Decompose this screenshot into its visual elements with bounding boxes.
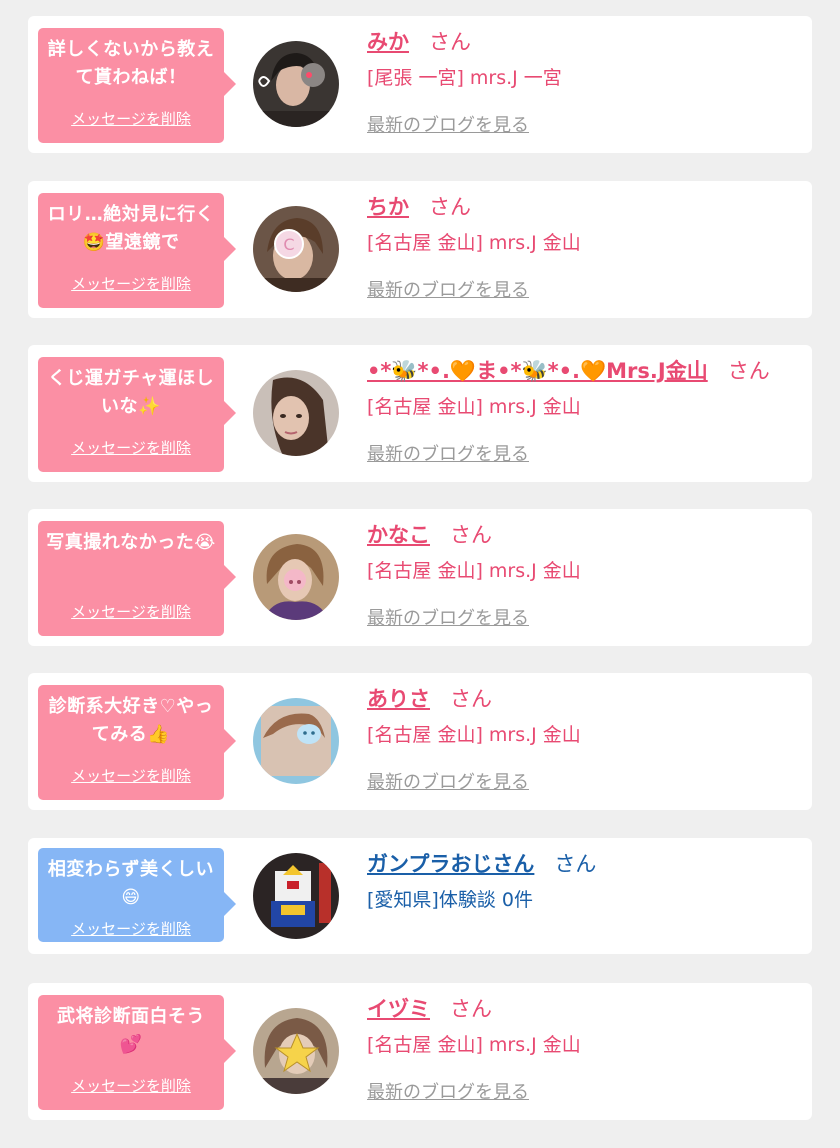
message-text: くじ運ガチャ運ほしいな✨	[47, 368, 215, 417]
user-name-link[interactable]: •*🐝*•.🧡ま•*🐝*•.🧡Mrs.J金山	[367, 359, 708, 383]
message-text: 診断系大好き♡やってみる👍	[48, 696, 214, 745]
message-card: ロリ…絶対見に行く🤩望遠鏡で メッセージを削除 C ちか さん [名古屋 金山] …	[28, 181, 812, 318]
message-bubble: 写真撮れなかった😭 メッセージを削除	[38, 521, 236, 636]
avatar[interactable]	[253, 370, 339, 456]
user-info: ありさ さん [名古屋 金山] mrs.J 金山 最新のブログを見る	[367, 685, 581, 794]
message-bubble: 相変わらず美くしい😄 メッセージを削除	[38, 848, 236, 942]
shop-info: [尾張 一宮] mrs.J 一宮	[367, 67, 562, 89]
honorific: さん	[554, 852, 597, 876]
user-name-link[interactable]: ちか	[367, 195, 409, 219]
honorific: さん	[450, 523, 492, 547]
honorific: さん	[429, 195, 471, 219]
svg-text:C: C	[283, 235, 294, 254]
latest-blog-link[interactable]: 最新のブログを見る	[367, 768, 529, 794]
shop-info: [名古屋 金山] mrs.J 金山	[367, 724, 581, 746]
avatar[interactable]	[253, 853, 339, 939]
avatar[interactable]	[253, 534, 339, 620]
message-text: 武将診断面白そう💕	[57, 1006, 205, 1055]
message-card: 武将診断面白そう💕 メッセージを削除 イヅミ さん [名古屋 金山] mrs.J …	[28, 983, 812, 1120]
message-list: 詳しくないから教えて貰わねば！ メッセージを削除 みか さん [尾張 一宮] mr…	[0, 0, 840, 1148]
shop-info: [名古屋 金山] mrs.J 金山	[367, 232, 581, 254]
user-name-link[interactable]: ありさ	[367, 687, 430, 711]
message-card: 相変わらず美くしい😄 メッセージを削除 ガンプラおじさん さん [愛知県]体験談 …	[28, 838, 812, 954]
message-bubble: 詳しくないから教えて貰わねば！ メッセージを削除	[38, 28, 236, 143]
latest-blog-link[interactable]: 最新のブログを見る	[367, 276, 529, 302]
message-bubble: 武将診断面白そう💕 メッセージを削除	[38, 995, 236, 1110]
avatar[interactable]	[253, 1008, 339, 1094]
user-info: ちか さん [名古屋 金山] mrs.J 金山 最新のブログを見る	[367, 193, 581, 302]
delete-message-link[interactable]: メッセージを削除	[71, 765, 191, 786]
message-bubble: くじ運ガチャ運ほしいな✨ メッセージを削除	[38, 357, 236, 472]
user-name-link[interactable]: かなこ	[367, 523, 430, 547]
delete-message-link[interactable]: メッセージを削除	[71, 918, 191, 939]
delete-message-link[interactable]: メッセージを削除	[71, 273, 191, 294]
honorific: さん	[450, 997, 492, 1021]
message-card: 詳しくないから教えて貰わねば！ メッセージを削除 みか さん [尾張 一宮] mr…	[28, 16, 812, 153]
user-info: かなこ さん [名古屋 金山] mrs.J 金山 最新のブログを見る	[367, 521, 581, 630]
honorific: さん	[429, 30, 471, 54]
shop-info: [名古屋 金山] mrs.J 金山	[367, 396, 581, 418]
delete-message-link[interactable]: メッセージを削除	[71, 437, 191, 458]
avatar[interactable]	[253, 41, 339, 127]
delete-message-link[interactable]: メッセージを削除	[71, 1075, 191, 1096]
avatar[interactable]	[253, 698, 339, 784]
message-bubble: 診断系大好き♡やってみる👍 メッセージを削除	[38, 685, 236, 800]
user-name-link[interactable]: ガンプラおじさん	[367, 852, 534, 876]
user-info: みか さん [尾張 一宮] mrs.J 一宮 最新のブログを見る	[367, 28, 562, 137]
delete-message-link[interactable]: メッセージを削除	[71, 601, 191, 622]
message-text: 相変わらず美くしい😄	[47, 859, 215, 908]
message-card: くじ運ガチャ運ほしいな✨ メッセージを削除 •*🐝*•.🧡ま•*🐝*•.🧡Mrs…	[28, 345, 812, 482]
user-info: •*🐝*•.🧡ま•*🐝*•.🧡Mrs.J金山 さん [名古屋 金山] mrs.J …	[367, 357, 770, 466]
avatar[interactable]: C	[253, 206, 339, 292]
user-name-link[interactable]: みか	[367, 30, 409, 54]
honorific: さん	[727, 359, 770, 383]
latest-blog-link[interactable]: 最新のブログを見る	[367, 1078, 529, 1104]
delete-message-link[interactable]: メッセージを削除	[71, 108, 191, 129]
user-info: ガンプラおじさん さん [愛知県]体験談 0件	[367, 850, 596, 913]
latest-blog-link[interactable]: 最新のブログを見る	[367, 604, 529, 630]
message-card: 診断系大好き♡やってみる👍 メッセージを削除 ありさ さん [名古屋 金山] mr…	[28, 673, 812, 810]
shop-info: [名古屋 金山] mrs.J 金山	[367, 560, 581, 582]
message-text: ロリ…絶対見に行く🤩望遠鏡で	[47, 204, 215, 253]
latest-blog-link[interactable]: 最新のブログを見る	[367, 111, 529, 137]
message-card: 写真撮れなかった😭 メッセージを削除 かなこ さん [名古屋 金山] mrs.J …	[28, 509, 812, 646]
shop-info: [名古屋 金山] mrs.J 金山	[367, 1034, 581, 1056]
user-info: イヅミ さん [名古屋 金山] mrs.J 金山 最新のブログを見る	[367, 995, 581, 1104]
shop-info: [愛知県]体験談 0件	[367, 889, 533, 911]
honorific: さん	[450, 687, 492, 711]
user-name-link[interactable]: イヅミ	[367, 997, 430, 1021]
message-bubble: ロリ…絶対見に行く🤩望遠鏡で メッセージを削除	[38, 193, 236, 308]
message-text: 詳しくないから教えて貰わねば！	[47, 39, 215, 88]
latest-blog-link[interactable]: 最新のブログを見る	[367, 440, 529, 466]
message-text: 写真撮れなかった😭	[46, 532, 216, 553]
